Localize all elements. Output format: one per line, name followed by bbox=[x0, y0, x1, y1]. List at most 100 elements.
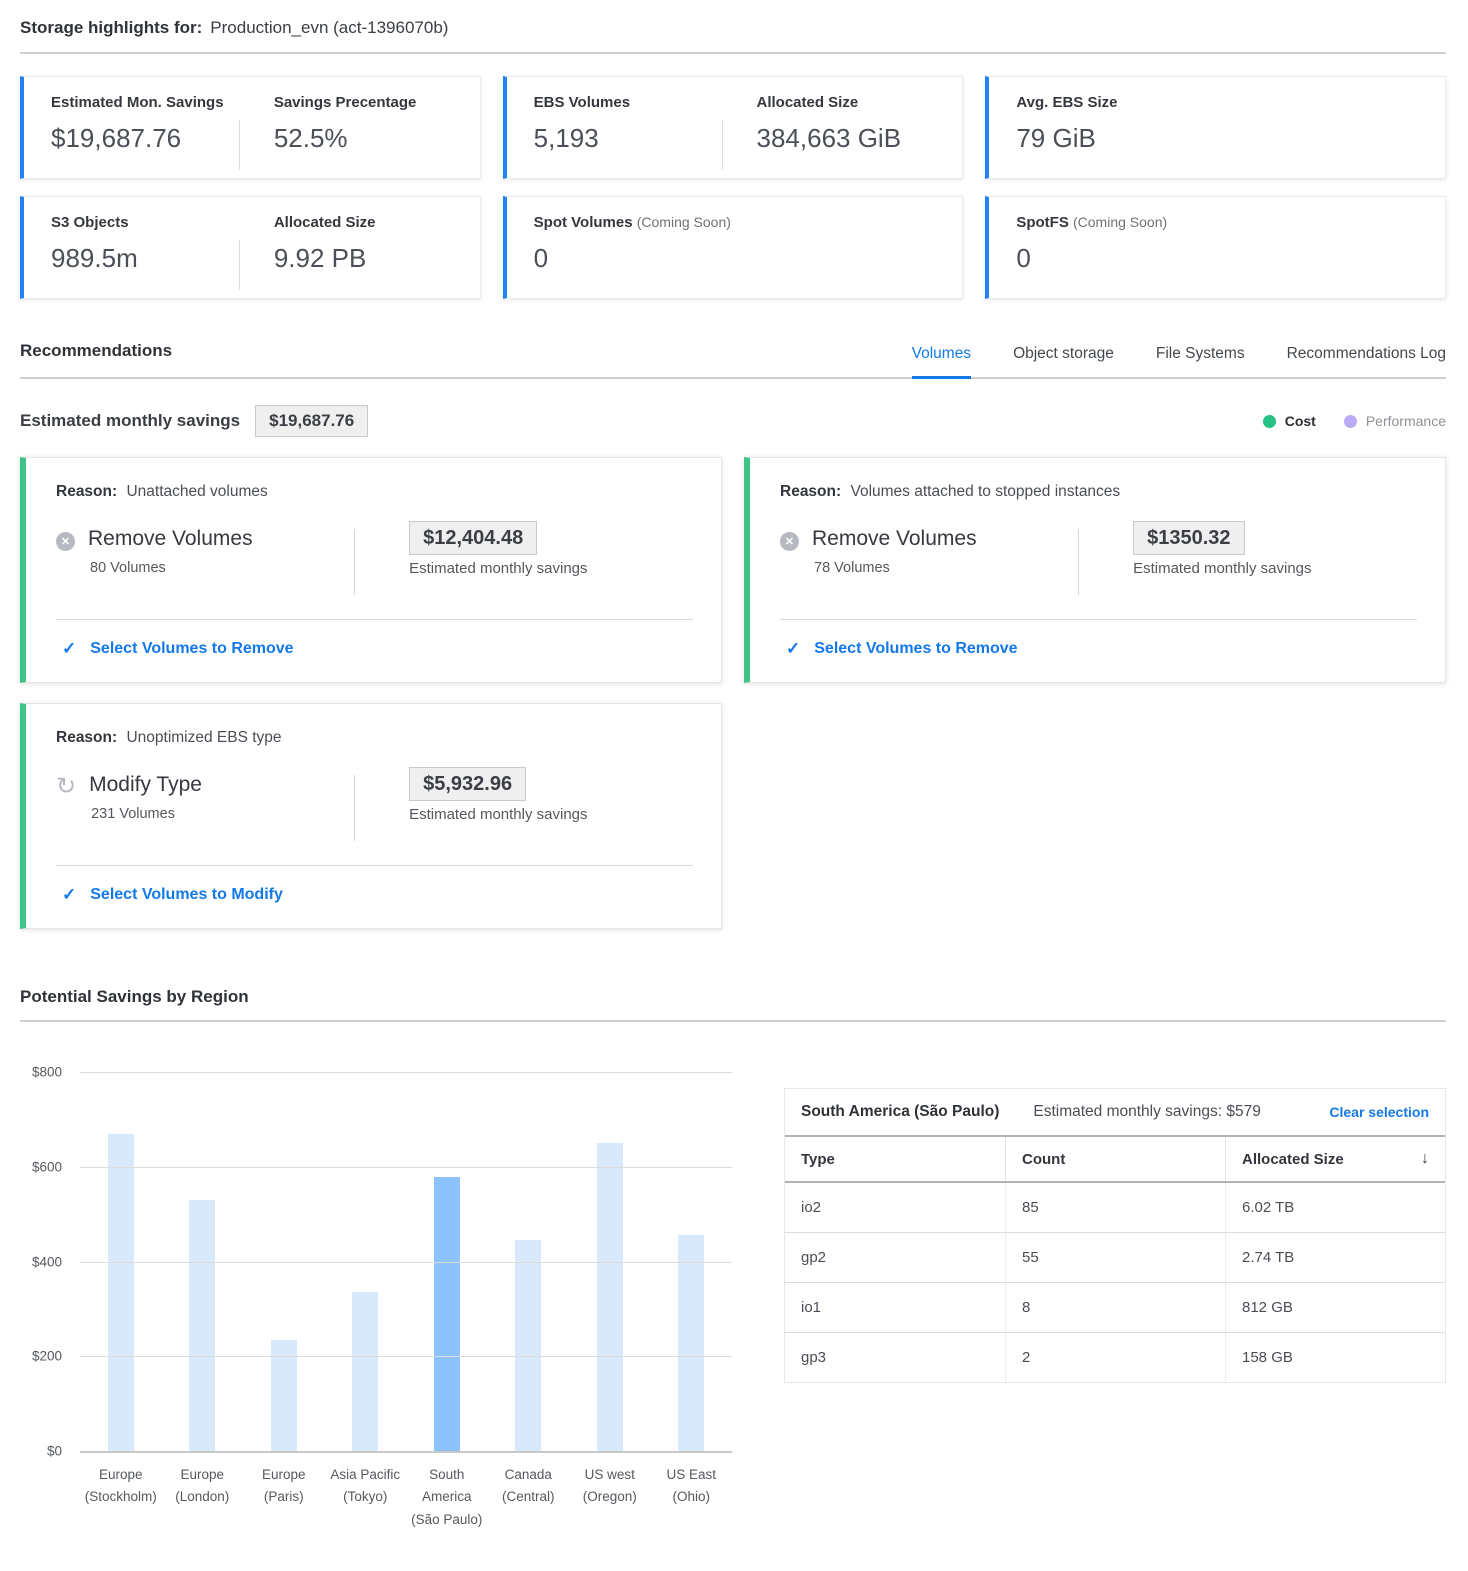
cell-allocated-size: 158 GB bbox=[1225, 1333, 1445, 1382]
metric-value: 0 bbox=[534, 243, 945, 274]
region-bar-0[interactable] bbox=[108, 1134, 134, 1451]
tab-recommendations-log[interactable]: Recommendations Log bbox=[1287, 345, 1446, 377]
region-bar-4[interactable] bbox=[434, 1177, 460, 1451]
column-header-type[interactable]: Type bbox=[785, 1137, 1005, 1181]
x-axis-label: Asia Pacific(Tokyo) bbox=[325, 1464, 407, 1531]
clear-selection-link[interactable]: Clear selection bbox=[1329, 1104, 1429, 1120]
gridline bbox=[80, 1451, 732, 1453]
region-bar-7[interactable] bbox=[678, 1235, 704, 1451]
gridline bbox=[80, 1262, 732, 1263]
region-bar-1[interactable] bbox=[189, 1200, 215, 1451]
cost-performance-legend: Cost Performance bbox=[1263, 413, 1446, 429]
highlight-cards-grid: Estimated Mon. Savings $19,687.76 Saving… bbox=[20, 76, 1446, 299]
cell-type: io1 bbox=[785, 1283, 1005, 1332]
y-tick-label: $600 bbox=[32, 1159, 62, 1174]
card-spotfs: SpotFS (Coming Soon) 0 bbox=[985, 196, 1446, 299]
x-axis-label: Europe(Paris) bbox=[243, 1464, 325, 1531]
x-axis-label: Europe(Stockholm) bbox=[80, 1464, 162, 1531]
gridline bbox=[80, 1072, 732, 1073]
y-tick-label: $200 bbox=[32, 1349, 62, 1364]
summary-value-chip: $19,687.76 bbox=[255, 405, 368, 437]
cell-count: 55 bbox=[1005, 1233, 1225, 1282]
savings-caption: Estimated monthly savings bbox=[1133, 560, 1417, 577]
coming-soon-note: (Coming Soon) bbox=[637, 214, 731, 230]
select-volumes-to-remove-link[interactable]: ✓ Select Volumes to Remove bbox=[780, 620, 1417, 682]
savings-caption: Estimated monthly savings bbox=[409, 560, 693, 577]
column-header-allocated-size[interactable]: Allocated Size ↓ bbox=[1225, 1137, 1445, 1181]
action-count: 80 Volumes bbox=[90, 560, 253, 576]
x-axis-label: US East(Ohio) bbox=[651, 1464, 733, 1531]
metric-savings-percentage: Savings Precentage 52.5% bbox=[240, 94, 462, 178]
rec-card-unattached-volumes: Reason: Unattached volumes ✕ Remove Volu… bbox=[20, 457, 722, 683]
metric-label: Estimated Mon. Savings bbox=[51, 94, 239, 111]
legend-performance: Performance bbox=[1344, 413, 1446, 429]
page-title: Storage highlights for: bbox=[20, 18, 202, 38]
select-volumes-to-remove-link[interactable]: ✓ Select Volumes to Remove bbox=[56, 620, 693, 682]
y-tick-label: $400 bbox=[32, 1254, 62, 1269]
page-header: Storage highlights for: Production_evn (… bbox=[20, 18, 1446, 54]
savings-caption: Estimated monthly savings bbox=[409, 806, 693, 823]
savings-summary-row: Estimated monthly savings $19,687.76 Cos… bbox=[20, 405, 1446, 437]
tab-object-storage[interactable]: Object storage bbox=[1013, 345, 1114, 377]
gridline bbox=[80, 1356, 732, 1357]
check-icon: ✓ bbox=[786, 639, 800, 659]
tab-volumes[interactable]: Volumes bbox=[912, 345, 971, 379]
summary-label: Estimated monthly savings bbox=[20, 411, 240, 431]
metric-estimated-mon-savings: Estimated Mon. Savings $19,687.76 bbox=[51, 94, 239, 178]
region-bottom-row: $800$600$400$200$0 Europe(Stockholm) Euro… bbox=[20, 1058, 1446, 1531]
remove-circle-icon: ✕ bbox=[56, 532, 75, 551]
coming-soon-note: (Coming Soon) bbox=[1073, 214, 1167, 230]
metric-label: Avg. EBS Size bbox=[1016, 94, 1427, 111]
x-axis-label: South America(São Paulo) bbox=[406, 1464, 488, 1531]
tab-file-systems[interactable]: File Systems bbox=[1156, 345, 1245, 377]
metric-value: 989.5m bbox=[51, 243, 239, 274]
savings-value-chip: $5,932.96 bbox=[409, 767, 526, 801]
column-header-count[interactable]: Count bbox=[1005, 1137, 1225, 1181]
metric-value: 79 GiB bbox=[1016, 123, 1427, 154]
cell-type: gp2 bbox=[785, 1233, 1005, 1282]
table-row: io1 8 812 GB bbox=[785, 1283, 1445, 1333]
action-title: Modify Type bbox=[89, 773, 202, 797]
card-ebs-volumes: EBS Volumes 5,193 Allocated Size 384,663… bbox=[503, 76, 964, 179]
table-row: gp2 55 2.74 TB bbox=[785, 1233, 1445, 1283]
region-bar-6[interactable] bbox=[597, 1143, 623, 1451]
metric-value: 9.92 PB bbox=[274, 243, 462, 274]
savings-by-region-chart: $800$600$400$200$0 Europe(Stockholm) Euro… bbox=[20, 1058, 734, 1531]
action-count: 231 Volumes bbox=[91, 806, 202, 822]
metric-value: 5,193 bbox=[534, 123, 722, 154]
metric-label: EBS Volumes bbox=[534, 94, 722, 111]
cell-count: 2 bbox=[1005, 1333, 1225, 1382]
recommendation-cards-grid: Reason: Unattached volumes ✕ Remove Volu… bbox=[20, 457, 1446, 929]
storage-dashboard-page: Storage highlights for: Production_evn (… bbox=[0, 0, 1468, 1571]
cell-type: gp3 bbox=[785, 1333, 1005, 1382]
metric-spotfs: SpotFS (Coming Soon) 0 bbox=[1016, 214, 1427, 298]
cell-allocated-size: 2.74 TB bbox=[1225, 1233, 1445, 1282]
check-icon: ✓ bbox=[62, 885, 76, 905]
region-bar-5[interactable] bbox=[515, 1240, 541, 1451]
sort-desc-icon[interactable]: ↓ bbox=[1421, 1150, 1429, 1168]
region-bar-3[interactable] bbox=[352, 1292, 378, 1451]
reason-label: Reason: bbox=[780, 483, 841, 500]
card-s3-objects: S3 Objects 989.5m Allocated Size 9.92 PB bbox=[20, 196, 481, 299]
reason-text: Unoptimized EBS type bbox=[126, 729, 281, 746]
recommendations-tabs: Volumes Object storage File Systems Reco… bbox=[912, 345, 1446, 377]
cell-allocated-size: 812 GB bbox=[1225, 1283, 1445, 1332]
x-axis-label: US west(Oregon) bbox=[569, 1464, 651, 1531]
metric-s3-allocated-size: Allocated Size 9.92 PB bbox=[240, 214, 462, 298]
table-row: io2 85 6.02 TB bbox=[785, 1183, 1445, 1233]
cell-type: io2 bbox=[785, 1183, 1005, 1232]
action-title: Remove Volumes bbox=[88, 527, 253, 551]
select-volumes-to-modify-link[interactable]: ✓ Select Volumes to Modify bbox=[56, 866, 693, 928]
page-title-account: Production_evn (act-1396070b) bbox=[210, 18, 448, 38]
table-region-savings: Estimated monthly savings: $579 bbox=[1033, 1103, 1260, 1121]
metric-value: 52.5% bbox=[274, 123, 462, 154]
y-tick-label: $800 bbox=[32, 1065, 62, 1080]
gridline bbox=[80, 1167, 732, 1168]
region-detail-table: South America (São Paulo) Estimated mont… bbox=[784, 1088, 1446, 1383]
metric-value: 0 bbox=[1016, 243, 1427, 274]
region-chart-plot: $800$600$400$200$0 bbox=[80, 1072, 732, 1451]
card-spot-volumes: Spot Volumes (Coming Soon) 0 bbox=[503, 196, 964, 299]
cell-count: 85 bbox=[1005, 1183, 1225, 1232]
metric-spot-volumes: Spot Volumes (Coming Soon) 0 bbox=[534, 214, 945, 298]
metric-value: 384,663 GiB bbox=[757, 123, 945, 154]
